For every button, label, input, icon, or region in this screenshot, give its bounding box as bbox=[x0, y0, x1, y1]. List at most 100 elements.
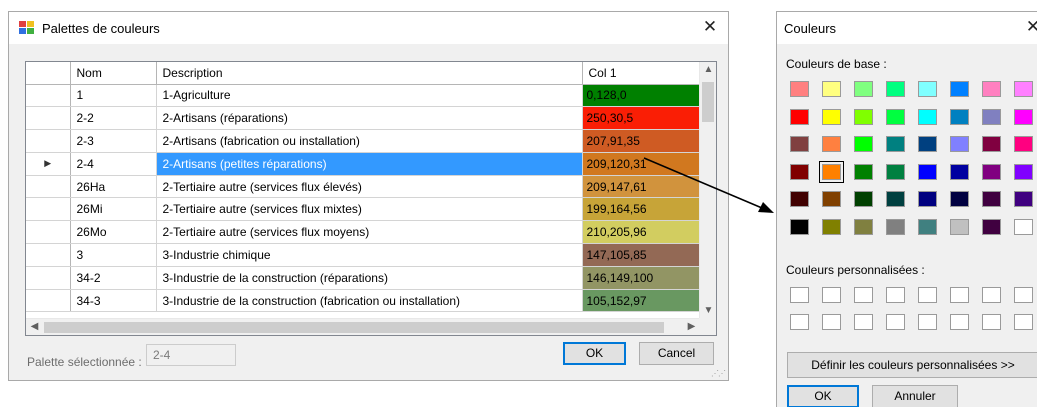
custom-color-swatch[interactable] bbox=[790, 314, 809, 330]
table-row[interactable]: ▶ 2-4 2-Artisans (petites réparations) 209,… bbox=[26, 152, 701, 176]
cell-col1[interactable]: 207,91,35 bbox=[582, 129, 701, 153]
basic-color-swatch[interactable] bbox=[822, 218, 841, 235]
table-row[interactable]: 2-3 2-Artisans (fabrication ou installati… bbox=[26, 129, 701, 153]
cell-nom[interactable]: 26Mo bbox=[70, 220, 157, 245]
custom-color-swatch[interactable] bbox=[886, 314, 905, 330]
basic-color-swatch[interactable] bbox=[982, 163, 1001, 180]
cell-description[interactable]: 2-Artisans (petites réparations) bbox=[156, 152, 583, 176]
custom-color-swatch[interactable] bbox=[982, 314, 1001, 330]
define-custom-colors-button[interactable]: Définir les couleurs personnalisées >> bbox=[787, 352, 1037, 378]
basic-color-swatch[interactable] bbox=[1014, 136, 1033, 152]
custom-color-swatch[interactable] bbox=[822, 287, 841, 303]
cell-nom[interactable]: 1 bbox=[70, 84, 157, 108]
custom-color-swatch[interactable] bbox=[886, 287, 905, 303]
custom-color-swatch[interactable] bbox=[1014, 287, 1033, 303]
cell-nom[interactable]: 26Mi bbox=[70, 197, 157, 222]
basic-color-swatch[interactable] bbox=[822, 136, 841, 152]
basic-color-swatch[interactable] bbox=[950, 81, 969, 97]
basic-color-swatch[interactable] bbox=[1014, 163, 1033, 180]
cell-nom[interactable]: 2-2 bbox=[70, 106, 157, 131]
scroll-left-icon[interactable]: ◀ bbox=[26, 321, 43, 332]
basic-color-swatch[interactable] bbox=[950, 191, 969, 207]
table-row[interactable]: 1 1-Agriculture 0,128,0 bbox=[26, 84, 701, 108]
basic-color-swatch[interactable] bbox=[886, 108, 905, 125]
cell-description[interactable]: 3-Industrie de la construction (fabricat… bbox=[156, 289, 583, 313]
row-header[interactable] bbox=[26, 84, 71, 108]
row-header[interactable] bbox=[26, 129, 71, 153]
basic-color-swatch[interactable] bbox=[918, 136, 937, 152]
row-header[interactable] bbox=[26, 197, 71, 222]
custom-color-swatch[interactable] bbox=[950, 314, 969, 330]
scroll-right-icon[interactable]: ▶ bbox=[683, 321, 700, 332]
custom-color-swatch[interactable] bbox=[854, 287, 873, 303]
basic-color-swatch[interactable] bbox=[982, 218, 1001, 235]
cell-col1[interactable]: 250,30,5 bbox=[582, 106, 701, 131]
basic-color-swatch[interactable] bbox=[790, 163, 809, 180]
basic-color-swatch[interactable] bbox=[982, 108, 1001, 125]
basic-color-swatch[interactable] bbox=[918, 163, 937, 180]
basic-color-swatch[interactable] bbox=[886, 218, 905, 235]
color-ok-button[interactable]: OK bbox=[787, 385, 859, 407]
table-row[interactable]: 3 3-Industrie chimique 147,105,85 bbox=[26, 243, 701, 267]
custom-color-swatch[interactable] bbox=[918, 314, 937, 330]
basic-color-swatch[interactable] bbox=[886, 136, 905, 152]
basic-color-swatch[interactable] bbox=[854, 163, 873, 180]
basic-color-swatch[interactable] bbox=[1014, 81, 1033, 97]
table-row[interactable]: 26Mi 2-Tertiaire autre (services flux mix… bbox=[26, 197, 701, 222]
cell-col1[interactable]: 146,149,100 bbox=[582, 266, 701, 290]
cell-description[interactable]: 2-Artisans (fabrication ou installation) bbox=[156, 129, 583, 153]
basic-color-swatch[interactable] bbox=[982, 81, 1001, 97]
cell-description[interactable]: 2-Tertiaire autre (services flux mixtes) bbox=[156, 197, 583, 222]
custom-color-swatch[interactable] bbox=[790, 287, 809, 303]
cell-col1[interactable]: 210,205,96 bbox=[582, 220, 701, 245]
cell-col1[interactable]: 105,152,97 bbox=[582, 289, 701, 313]
cancel-button[interactable]: Cancel bbox=[639, 342, 714, 365]
custom-color-swatch[interactable] bbox=[950, 287, 969, 303]
cell-description[interactable]: 3-Industrie de la construction (réparati… bbox=[156, 266, 583, 290]
row-header[interactable] bbox=[26, 289, 71, 313]
basic-color-swatch[interactable] bbox=[918, 81, 937, 97]
custom-color-swatch[interactable] bbox=[1014, 314, 1033, 330]
cell-col1[interactable]: 147,105,85 bbox=[582, 243, 701, 267]
basic-color-swatch[interactable] bbox=[854, 218, 873, 235]
cell-nom[interactable]: 34-2 bbox=[70, 266, 157, 290]
basic-color-swatch[interactable] bbox=[950, 163, 969, 180]
horizontal-scrollbar[interactable]: ◀ ▶ bbox=[26, 318, 700, 335]
cell-nom[interactable]: 2-4 bbox=[70, 152, 157, 176]
cell-nom[interactable]: 3 bbox=[70, 243, 157, 267]
basic-color-swatch[interactable] bbox=[1014, 108, 1033, 125]
basic-color-swatch[interactable] bbox=[854, 81, 873, 97]
custom-color-swatch[interactable] bbox=[918, 287, 937, 303]
cell-col1[interactable]: 0,128,0 bbox=[582, 84, 701, 108]
table-row[interactable]: 26Mo 2-Tertiaire autre (services flux moy… bbox=[26, 220, 701, 245]
table-row[interactable]: 34-2 3-Industrie de la construction (répa… bbox=[26, 266, 701, 290]
cell-description[interactable]: 2-Tertiaire autre (services flux moyens) bbox=[156, 220, 583, 245]
basic-color-swatch[interactable] bbox=[918, 108, 937, 125]
close-icon[interactable]: ✕ bbox=[698, 16, 722, 38]
ok-button[interactable]: OK bbox=[563, 342, 626, 365]
cell-description[interactable]: 2-Artisans (réparations) bbox=[156, 106, 583, 131]
table-row[interactable]: 34-3 3-Industrie de la construction (fabr… bbox=[26, 289, 701, 313]
basic-color-swatch[interactable] bbox=[822, 81, 841, 97]
basic-color-swatch[interactable] bbox=[790, 108, 809, 125]
basic-color-swatch[interactable] bbox=[790, 136, 809, 152]
color-cancel-button[interactable]: Annuler bbox=[872, 385, 958, 407]
basic-color-swatch[interactable] bbox=[790, 218, 809, 235]
vertical-scroll-thumb[interactable] bbox=[702, 82, 714, 122]
basic-color-swatch[interactable] bbox=[982, 136, 1001, 152]
cell-nom[interactable]: 34-3 bbox=[70, 289, 157, 313]
basic-color-swatch[interactable] bbox=[822, 191, 841, 207]
custom-color-swatch[interactable] bbox=[822, 314, 841, 330]
basic-color-swatch[interactable] bbox=[886, 163, 905, 180]
basic-color-swatch[interactable] bbox=[1014, 218, 1033, 235]
basic-color-swatch[interactable] bbox=[950, 136, 969, 152]
table-row[interactable]: 2-2 2-Artisans (réparations) 250,30,5 bbox=[26, 106, 701, 131]
basic-color-swatch[interactable] bbox=[1014, 191, 1033, 207]
basic-color-swatch[interactable] bbox=[819, 160, 844, 183]
basic-color-swatch[interactable] bbox=[918, 191, 937, 207]
cell-description[interactable]: 1-Agriculture bbox=[156, 84, 583, 108]
color-dialog-close-icon[interactable]: ✕ bbox=[1021, 16, 1037, 38]
row-header[interactable] bbox=[26, 266, 71, 290]
custom-color-swatch[interactable] bbox=[854, 314, 873, 330]
cell-description[interactable]: 3-Industrie chimique bbox=[156, 243, 583, 267]
